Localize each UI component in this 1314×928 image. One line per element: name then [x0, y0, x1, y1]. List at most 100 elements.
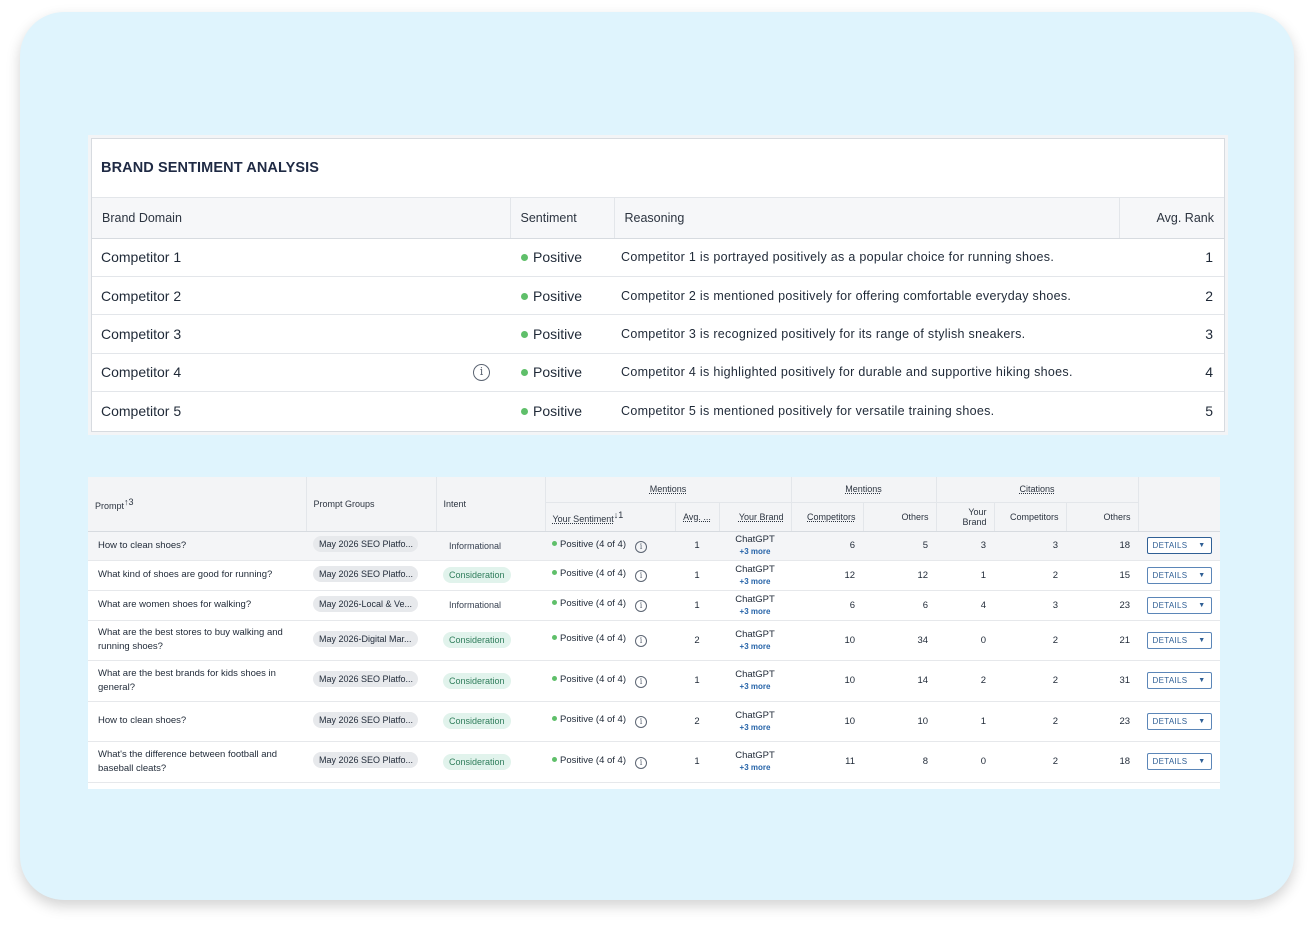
intent-chip: Informational — [449, 600, 502, 610]
column-header-your-brand[interactable]: Your Brand — [719, 502, 792, 532]
table-row[interactable]: What kind of shoes are good for running?… — [88, 560, 1220, 591]
sentiment-label: Positive — [533, 287, 583, 304]
prompt-group-cell: May 2026 SEO Platfo... — [306, 660, 436, 702]
table-row[interactable]: What are women shoes for walking? May 202… — [88, 590, 1220, 621]
details-label: DETAILS — [1152, 676, 1188, 685]
table-row[interactable]: What are the best stores to buy walking … — [88, 620, 1220, 661]
citations-others-cell: 21 — [1066, 620, 1139, 661]
sentiment-cell: Positive (4 of 4) i — [545, 620, 675, 661]
reasoning-cell: Competitor 2 is mentioned positively for… — [614, 276, 1119, 316]
sentiment-dot — [552, 716, 557, 721]
citations-your-brand-cell: 0 — [936, 620, 995, 661]
more-engines-link[interactable]: +3 more — [726, 546, 784, 557]
prompt-group-chip[interactable]: May 2026 SEO Platfo... — [313, 671, 418, 687]
info-circle-icon[interactable]: i — [635, 716, 647, 728]
more-engines-link[interactable]: +3 more — [726, 606, 784, 617]
info-circle-icon[interactable]: i — [635, 675, 647, 688]
details-button[interactable]: DETAILS ▼ — [1146, 596, 1212, 614]
more-engines-link[interactable]: +3 more — [726, 641, 784, 652]
prompt-group-chip[interactable]: May 2026-Digital Mar... — [313, 630, 418, 647]
your-brand-cell: ChatGPT +3 more — [719, 560, 792, 591]
details-button[interactable]: DETAILS ▼ — [1146, 631, 1212, 649]
info-circle-icon[interactable]: i — [635, 540, 647, 553]
brand-domain-cell: Competitor 5 — [92, 392, 510, 430]
column-header-citations-others[interactable]: Others — [1066, 502, 1139, 532]
details-button[interactable]: DETAILS ▼ — [1146, 672, 1212, 689]
info-circle-icon[interactable]: i — [635, 756, 647, 769]
table-row[interactable]: How to clean shoes? May 2026 SEO Platfo..… — [88, 701, 1220, 742]
brand-sentiment-table: Brand Domain Sentiment Reasoning Avg. Ra… — [92, 198, 1224, 430]
column-header-competitors[interactable]: Competitors — [791, 502, 864, 532]
intent-chip: Informational — [449, 540, 502, 551]
sentiment-dot — [521, 254, 528, 262]
details-button[interactable]: DETAILS ▼ — [1146, 712, 1212, 730]
details-label: DETAILS — [1152, 757, 1188, 766]
sentiment-dot — [552, 570, 557, 575]
table-row[interactable]: What are the best brands for kids shoes … — [88, 660, 1220, 702]
column-header-your-sentiment[interactable]: Your Sentiment↓1 — [545, 502, 676, 532]
info-circle-icon[interactable]: i — [635, 600, 647, 612]
your-brand-cell: ChatGPT +3 more — [719, 701, 792, 742]
column-header-intent[interactable]: Intent — [436, 477, 546, 532]
brand-domain: Competitor 2 — [101, 287, 182, 304]
details-button[interactable]: DETAILS ▼ — [1146, 566, 1212, 584]
mentions-competitors-cell: 10 — [791, 660, 864, 702]
avg-cell: 2 — [675, 620, 719, 661]
info-circle-icon[interactable]: i — [635, 635, 647, 647]
prompt-group-chip[interactable]: May 2026 SEO Platfo... — [313, 752, 418, 768]
prompt-group-chip[interactable]: May 2026 SEO Platfo... — [313, 565, 418, 582]
column-header-others[interactable]: Others — [863, 502, 937, 532]
prompts-table: Prompt↑3 Prompt Groups Intent Mentions M… — [88, 477, 1220, 783]
column-header-prompt-groups[interactable]: Prompt Groups — [306, 477, 437, 532]
sentiment-label: Positive (4 of 4) — [560, 538, 626, 550]
column-header-sentiment[interactable]: Sentiment — [510, 198, 615, 239]
sentiment-cell: Positive — [510, 314, 614, 354]
brand-engine: ChatGPT — [735, 534, 775, 545]
intent-chip: Consideration — [443, 753, 511, 770]
prompt-group-chip[interactable]: May 2026-Local & Ve... — [313, 595, 418, 612]
group-header-mentions: Mentions — [545, 477, 792, 503]
more-engines-link[interactable]: +3 more — [726, 576, 784, 587]
reasoning-cell: Competitor 4 is highlighted positively f… — [614, 353, 1119, 393]
info-circle-icon[interactable]: i — [635, 570, 647, 582]
column-header-citations-competitors[interactable]: Competitors — [994, 502, 1067, 532]
more-engines-link[interactable]: +3 more — [726, 681, 784, 692]
more-engines-link[interactable]: +3 more — [726, 762, 784, 773]
reasoning-cell: Competitor 1 is portrayed positively as … — [614, 238, 1119, 277]
column-header-citations-your-brand[interactable]: Your Brand — [936, 502, 995, 532]
column-header-brand-domain[interactable]: Brand Domain — [92, 198, 511, 239]
details-button[interactable]: DETAILS ▼ — [1146, 537, 1212, 554]
more-engines-link[interactable]: +3 more — [726, 722, 784, 733]
mentions-others-cell: 34 — [863, 620, 937, 661]
intent-cell: Consideration — [436, 660, 545, 702]
prompt-group-chip[interactable]: May 2026 SEO Platfo... — [313, 536, 418, 552]
prompt-group-chip[interactable]: May 2026 SEO Platfo... — [313, 711, 418, 728]
brand-domain-cell: Competitor 3 — [92, 314, 510, 354]
prompt-cell: What are the best stores to buy walking … — [88, 620, 306, 661]
column-header-avg-rank[interactable]: Avg. Rank — [1119, 198, 1224, 239]
citations-your-brand-cell: 1 — [936, 560, 995, 591]
sentiment-dot — [552, 635, 557, 640]
prompt-cell: What's the difference between football a… — [88, 741, 306, 783]
details-label: DETAILS — [1152, 600, 1188, 610]
avg-rank-cell: 2 — [1119, 276, 1224, 316]
column-header-prompt[interactable]: Prompt↑3 — [88, 477, 307, 532]
caret-down-icon: ▼ — [1198, 636, 1206, 644]
sentiment-label: Positive (4 of 4) — [560, 714, 626, 725]
intent-cell: Consideration — [436, 560, 545, 591]
avg-rank-cell: 4 — [1119, 353, 1224, 393]
table-row[interactable]: What's the difference between football a… — [88, 741, 1220, 783]
details-button[interactable]: DETAILS ▼ — [1146, 753, 1212, 770]
table-row[interactable]: How to clean shoes? May 2026 SEO Platfo..… — [88, 531, 1220, 561]
sentiment-label: Positive — [533, 364, 583, 381]
sentiment-cell: Positive — [510, 392, 614, 430]
details-label: DETAILS — [1152, 570, 1188, 580]
your-brand-cell: ChatGPT +3 more — [719, 620, 792, 661]
citations-others-cell: 18 — [1066, 741, 1139, 783]
citations-competitors-cell: 2 — [994, 660, 1067, 702]
actions-cell: DETAILS ▼ — [1138, 590, 1220, 621]
mentions-competitors-cell: 6 — [791, 590, 864, 621]
info-circle-icon[interactable]: i — [473, 363, 490, 381]
column-header-reasoning[interactable]: Reasoning — [614, 198, 1120, 239]
column-header-avg[interactable]: Avg. ... — [675, 502, 720, 532]
